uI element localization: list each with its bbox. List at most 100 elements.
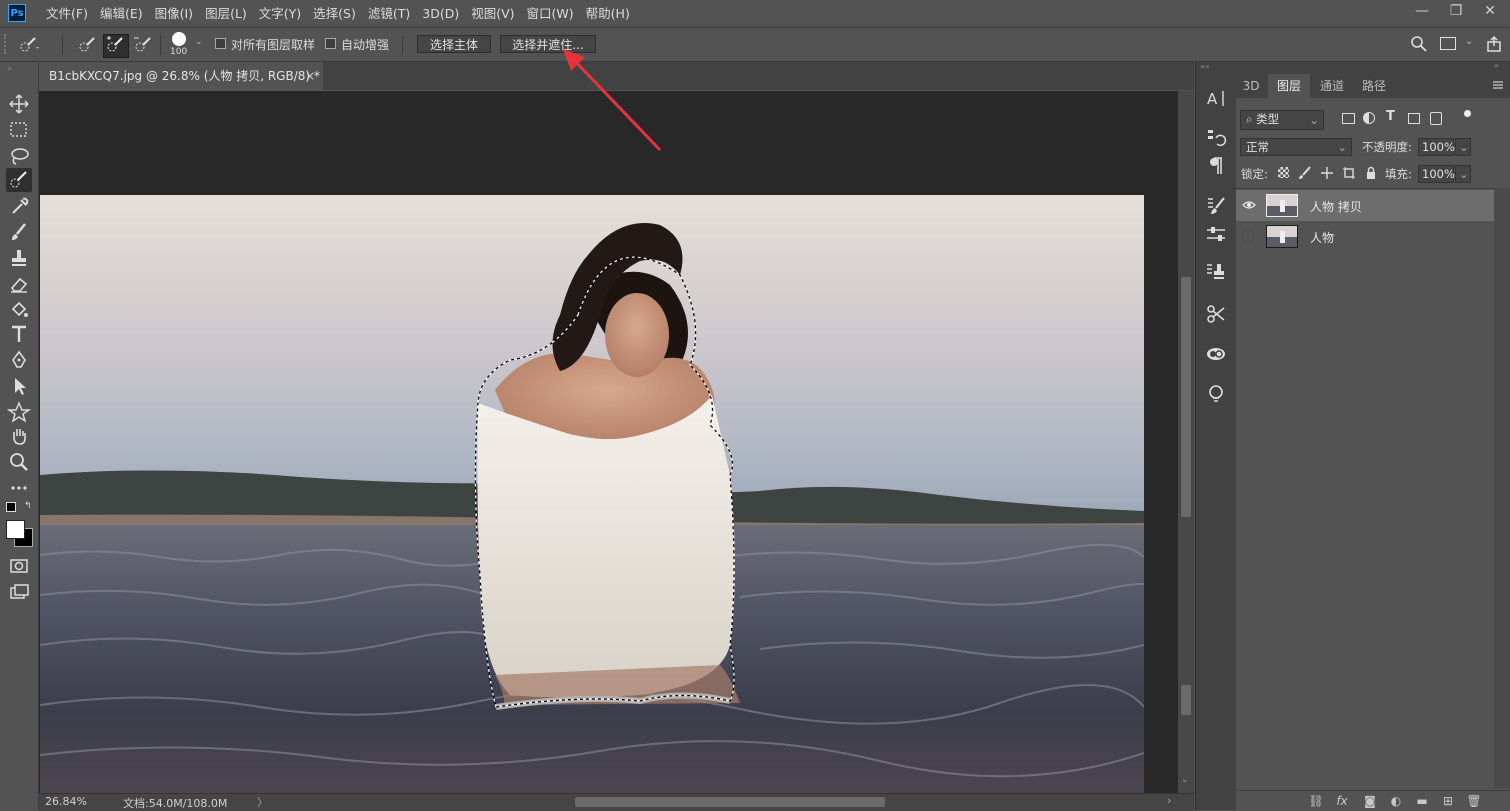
layer-style-icon[interactable]: fx: [1334, 793, 1350, 809]
menu-window[interactable]: 窗口(W): [527, 0, 580, 27]
stamp-tool-icon[interactable]: [6, 246, 32, 270]
brush-tool-icon[interactable]: [6, 220, 32, 244]
paint-bucket-tool-icon[interactable]: [6, 298, 32, 322]
layers-scrollbar[interactable]: [1494, 188, 1510, 788]
menu-file[interactable]: 文件(F): [46, 0, 94, 27]
new-layer-icon[interactable]: ⊞: [1440, 793, 1456, 809]
character-panel-icon[interactable]: A: [1204, 86, 1228, 110]
visibility-toggle-empty[interactable]: [1242, 230, 1254, 242]
menu-edit[interactable]: 编辑(E): [100, 0, 149, 27]
zoom-level[interactable]: 26.84%: [45, 795, 87, 808]
tool-presets-icon[interactable]: [1204, 302, 1228, 326]
menu-help[interactable]: 帮助(H): [586, 0, 636, 27]
document-canvas-image[interactable]: [40, 195, 1144, 793]
vertical-scrollbar[interactable]: ⌄: [1178, 91, 1194, 793]
paragraph-panel-icon[interactable]: [1204, 154, 1228, 178]
opacity-input[interactable]: 100%: [1418, 138, 1455, 156]
add-to-selection-icon[interactable]: [103, 34, 129, 58]
scroll-down-icon[interactable]: ⌄: [1181, 775, 1189, 785]
lock-transparent-icon[interactable]: [1278, 167, 1289, 178]
scroll-thumb[interactable]: [1181, 277, 1191, 517]
history-panel-icon[interactable]: [1204, 126, 1228, 150]
layer-row[interactable]: 人物 拷贝: [1236, 190, 1494, 221]
status-menu-icon[interactable]: 〉: [257, 794, 268, 810]
brush-preview-icon[interactable]: [172, 32, 186, 46]
shape-tool-icon[interactable]: [6, 400, 32, 424]
minimize-button[interactable]: —: [1405, 0, 1439, 22]
tab-3d[interactable]: 3D: [1236, 74, 1266, 98]
lock-pixels-icon[interactable]: [1298, 166, 1312, 180]
lasso-tool-icon[interactable]: [6, 144, 32, 168]
quick-mask-icon[interactable]: [6, 554, 32, 578]
tab-layers[interactable]: 图层: [1268, 74, 1310, 98]
new-group-icon[interactable]: ▬: [1414, 793, 1430, 809]
workspace-icon[interactable]: [1440, 37, 1456, 50]
restore-button[interactable]: ❐: [1439, 0, 1473, 22]
swap-colors-icon[interactable]: ↰: [24, 501, 32, 511]
filter-adjustment-icon[interactable]: [1363, 112, 1375, 124]
sample-all-layers-checkbox[interactable]: [215, 38, 226, 49]
default-colors-icon[interactable]: [6, 502, 16, 512]
menu-filter[interactable]: 滤镜(T): [368, 0, 416, 27]
scroll-thumb-lower[interactable]: [1181, 685, 1191, 715]
fill-input[interactable]: 100%: [1418, 165, 1455, 183]
panel-menu-icon[interactable]: [1492, 78, 1504, 92]
clone-source-icon[interactable]: [1204, 260, 1228, 284]
scroll-right-icon[interactable]: ›: [1167, 794, 1171, 807]
adjustment-layer-icon[interactable]: ◐: [1388, 793, 1404, 809]
menu-3d[interactable]: 3D(D): [422, 0, 465, 27]
collapse-icon[interactable]: »: [7, 64, 12, 73]
tab-channels[interactable]: 通道: [1312, 74, 1352, 98]
path-selection-tool-icon[interactable]: [6, 374, 32, 398]
menu-type[interactable]: 文字(Y): [259, 0, 307, 27]
filter-smart-object-icon[interactable]: [1430, 112, 1442, 125]
layer-row[interactable]: 人物: [1236, 221, 1494, 252]
type-tool-icon[interactable]: [6, 322, 32, 346]
hand-tool-icon[interactable]: [6, 424, 32, 448]
new-selection-icon[interactable]: [76, 35, 98, 55]
close-window-button[interactable]: ✕: [1473, 0, 1507, 22]
search-icon[interactable]: [1410, 35, 1428, 53]
chevron-down-icon[interactable]: ⌄: [1455, 165, 1471, 183]
filter-pixel-icon[interactable]: [1342, 113, 1355, 124]
lock-all-icon[interactable]: [1364, 166, 1378, 180]
auto-enhance-checkbox[interactable]: [325, 38, 336, 49]
libraries-icon[interactable]: [1204, 342, 1228, 366]
filter-shape-icon[interactable]: [1408, 113, 1420, 124]
menu-layer[interactable]: 图层(L): [205, 0, 253, 27]
filter-kind-dropdown[interactable]: ⌕ 类型 ⌄: [1240, 110, 1324, 130]
chevron-down-icon[interactable]: ⌄: [1455, 138, 1471, 156]
link-layers-icon[interactable]: ⛓: [1308, 793, 1324, 809]
screen-mode-icon[interactable]: [6, 580, 32, 604]
tab-paths[interactable]: 路径: [1354, 74, 1394, 98]
share-icon[interactable]: [1485, 35, 1503, 53]
marquee-tool-icon[interactable]: [6, 118, 32, 142]
horizontal-scroll-thumb[interactable]: [575, 797, 885, 807]
close-tab-icon[interactable]: ×: [305, 62, 315, 90]
eyedropper-tool-icon[interactable]: [6, 194, 32, 218]
move-tool-icon[interactable]: [6, 92, 32, 116]
collapse-icon[interactable]: »: [1494, 61, 1499, 70]
menu-view[interactable]: 视图(V): [471, 0, 520, 27]
menu-select[interactable]: 选择(S): [313, 0, 362, 27]
eye-icon[interactable]: [1242, 199, 1256, 211]
add-mask-icon[interactable]: ◙: [1362, 793, 1378, 809]
blend-mode-dropdown[interactable]: 正常 ⌄: [1240, 138, 1352, 156]
brush-settings-icon[interactable]: [1204, 194, 1228, 218]
chevron-down-icon[interactable]: ⌄: [195, 37, 203, 47]
eraser-tool-icon[interactable]: [6, 272, 32, 296]
pen-tool-icon[interactable]: [6, 348, 32, 372]
document-tab[interactable]: B1cbKXCQ7.jpg @ 26.8% (人物 拷贝, RGB/8) * ×: [39, 62, 323, 90]
filter-type-icon[interactable]: T: [1386, 109, 1395, 124]
menu-image[interactable]: 图像(I): [155, 0, 199, 27]
adjustments-icon[interactable]: [1204, 222, 1228, 246]
quick-selection-tool-icon[interactable]: [6, 168, 32, 192]
zoom-tool-icon[interactable]: [6, 450, 32, 474]
more-tools-icon[interactable]: [6, 476, 32, 500]
delete-layer-icon[interactable]: 🗑: [1466, 793, 1482, 809]
learn-lightbulb-icon[interactable]: [1204, 382, 1228, 406]
filter-toggle-icon[interactable]: [1464, 110, 1471, 117]
foreground-color-swatch[interactable]: [6, 520, 25, 539]
layer-name[interactable]: 人物: [1310, 229, 1334, 246]
collapse-icon[interactable]: ««: [1200, 62, 1210, 71]
